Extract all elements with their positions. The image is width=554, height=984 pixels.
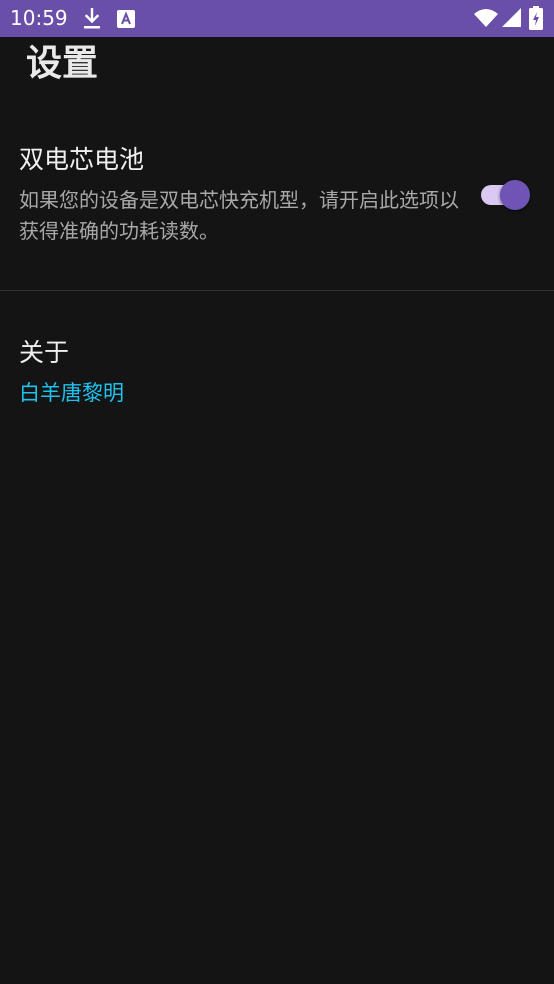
page-title: 设置 <box>26 43 99 84</box>
battery-charging-icon <box>529 6 543 30</box>
dual-cell-battery-title: 双电芯电池 <box>19 145 145 174</box>
wifi-icon <box>474 9 498 27</box>
author-link[interactable]: 白羊唐黎明 <box>19 378 124 408</box>
font-a-icon <box>117 10 135 28</box>
status-time: 10:59 <box>10 6 68 30</box>
download-icon <box>84 8 100 29</box>
status-bar: 10:59 <box>0 0 554 37</box>
about-title: 关于 <box>19 338 70 367</box>
dual-cell-battery-summary: 如果您的设备是双电芯快充机型，请开启此选项以获得准确的功耗读数。 <box>19 188 459 243</box>
section-divider <box>0 290 554 291</box>
toggle-thumb <box>500 180 530 210</box>
dual-cell-battery-preference[interactable]: 双电芯电池 如果您的设备是双电芯快充机型，请开启此选项以获得准确的功耗读数。 <box>0 130 554 280</box>
cell-signal-icon <box>502 8 521 27</box>
dual-cell-battery-toggle[interactable] <box>481 178 531 212</box>
